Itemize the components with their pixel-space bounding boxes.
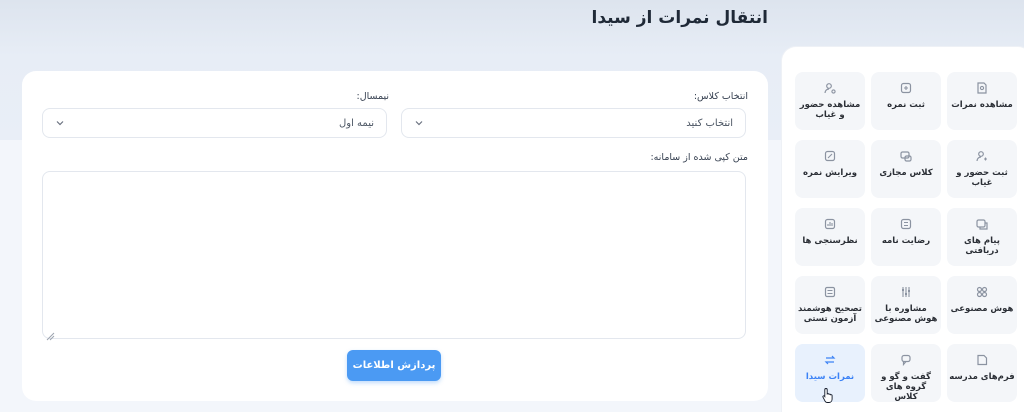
menu-tile-label: تصحیح هوشمند آزمون تستی	[798, 304, 862, 324]
menu-tile-label: ویرایش نمره	[802, 168, 858, 178]
virtual-class-icon	[899, 149, 913, 163]
ai-icon	[975, 285, 989, 299]
menu-tile-inbox[interactable]: پیام های دریافتی	[947, 208, 1017, 266]
menu-tile-label: ثبت نمره	[887, 100, 925, 110]
hand-cursor-icon	[822, 387, 834, 403]
menu-tile-survey[interactable]: نظرسنجی ها	[795, 208, 865, 266]
menu-tile-label: نظرسنجی ها	[802, 236, 858, 246]
menu-tile-label: مشاهده نمرات	[951, 100, 1013, 110]
menu-tile-chat-groups[interactable]: گفت و گو و گروه های کلاس	[871, 344, 941, 402]
menu-tile-grade-entry[interactable]: ثبت نمره	[871, 72, 941, 130]
grade-edit-icon	[823, 149, 837, 163]
menu-tile-ai-consult[interactable]: مشاوره با هوش مصنوعی	[871, 276, 941, 334]
copied-text-label: متن کپی شده از سامانه:	[650, 152, 748, 163]
chevron-down-icon	[55, 118, 65, 128]
menu-tile-school-forms[interactable]: فرم‌های مدرسه	[947, 344, 1017, 402]
school-forms-icon	[975, 353, 989, 367]
copied-text-area[interactable]	[42, 171, 746, 341]
semester-select[interactable]: نیمه اول	[42, 108, 387, 138]
menu-tile-smart-grading[interactable]: تصحیح هوشمند آزمون تستی	[795, 276, 865, 334]
inbox-icon	[975, 217, 989, 231]
chevron-down-icon	[414, 118, 424, 128]
resize-handle-icon[interactable]	[46, 326, 55, 341]
menu-tile-label: گفت و گو و گروه های کلاس	[881, 372, 931, 402]
menu-tile-label: کلاس مجازی	[879, 168, 933, 178]
menu-tile-ai[interactable]: هوش مصنوعی	[947, 276, 1017, 334]
menu-tile-label: ثبت حضور و غیاب	[956, 168, 1008, 188]
menu-tile-grade-edit[interactable]: ویرایش نمره	[795, 140, 865, 198]
transfer-form: انتخاب کلاس: انتخاب کنید نیمسال: نیمه او…	[22, 71, 768, 401]
menu-tile-label: پیام های دریافتی	[964, 236, 1000, 256]
class-select[interactable]: انتخاب کنید	[401, 108, 746, 138]
menu-tile-label: مشاوره با هوش مصنوعی	[874, 304, 938, 324]
menu-tile-virtual-class[interactable]: کلاس مجازی	[871, 140, 941, 198]
menu-tile-grade-view[interactable]: مشاهده نمرات	[947, 72, 1017, 130]
ai-consult-icon	[899, 285, 913, 299]
menu-tile-attendance-entry[interactable]: ثبت حضور و غیاب	[947, 140, 1017, 198]
menu-tile-attendance-view[interactable]: مشاهده حضور و غیاب	[795, 72, 865, 130]
sida-sync-icon	[823, 353, 837, 367]
class-select-label: انتخاب کلاس:	[693, 91, 748, 102]
attendance-view-icon	[823, 81, 837, 95]
semester-select-value: نیمه اول	[339, 117, 374, 129]
consent-form-icon	[899, 217, 913, 231]
menu-tile-label: هوش مصنوعی	[950, 304, 1014, 314]
menu-tile-label: نمرات سیدا	[805, 372, 855, 382]
menu-tile-label: مشاهده حضور و غیاب	[799, 100, 861, 120]
smart-grading-icon	[823, 285, 837, 299]
attendance-entry-icon	[975, 149, 989, 163]
class-select-value: انتخاب کنید	[686, 117, 733, 129]
survey-icon	[823, 217, 837, 231]
page-title: انتقال نمرات از سیدا	[591, 8, 768, 28]
menu-tile-consent-form[interactable]: رضایت نامه	[871, 208, 941, 266]
grade-view-icon	[975, 81, 989, 95]
menu-tile-label: رضایت نامه	[881, 236, 931, 246]
chat-groups-icon	[899, 353, 913, 367]
process-data-button[interactable]: پردازش اطلاعات	[347, 350, 441, 381]
semester-select-label: نیمسال:	[356, 91, 389, 102]
menu-tile-label: فرم‌های مدرسه	[949, 372, 1015, 382]
grade-entry-icon	[899, 81, 913, 95]
feature-menu: مشاهده نمرات ثبت نمره مشاهده حضور و غیاب…	[782, 47, 1024, 412]
